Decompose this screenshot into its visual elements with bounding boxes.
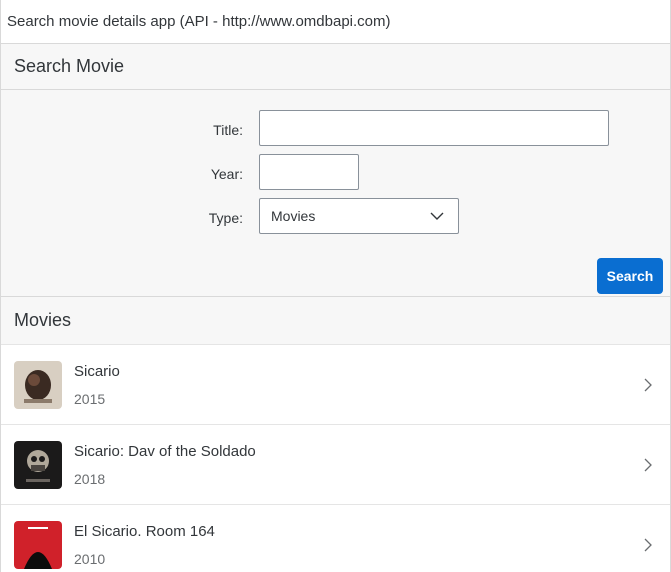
- soldado-poster-image: [14, 441, 62, 489]
- movies-list-title: Movies: [14, 310, 72, 330]
- search-form: Title: Year: Type: Movies Search: [1, 90, 670, 297]
- soldado-poster: [14, 441, 62, 489]
- type-label: Type:: [208, 210, 243, 226]
- movie-year: 2018: [74, 471, 106, 487]
- app-title: Search movie details app (API - http://w…: [7, 13, 391, 30]
- movie-title: Sicario: [74, 363, 120, 380]
- sicario-poster: [14, 361, 62, 409]
- room164-poster-image: [14, 521, 62, 569]
- type-select-value: Movies: [271, 208, 316, 224]
- sicario-poster-image: [14, 361, 62, 409]
- title-input[interactable]: [259, 110, 609, 146]
- chevron-right-icon: [644, 378, 652, 392]
- list-item[interactable]: El Sicario. Room 164 2010: [1, 505, 670, 572]
- movies-list-header: Movies: [1, 297, 670, 345]
- search-panel-header: Search Movie: [1, 44, 670, 90]
- list-item[interactable]: Sicario: Dav of the Soldado 2018: [1, 425, 670, 505]
- app-title-bar: Search movie details app (API - http://w…: [1, 0, 670, 44]
- type-select[interactable]: Movies: [259, 198, 459, 234]
- list-item[interactable]: Sicario 2015: [1, 345, 670, 425]
- room164-poster: [14, 521, 62, 569]
- title-label: Title:: [213, 122, 243, 138]
- year-label: Year:: [210, 166, 243, 182]
- app-frame: Search movie details app (API - http://w…: [0, 0, 671, 572]
- chevron-right-icon: [644, 458, 652, 472]
- year-input[interactable]: [259, 154, 359, 190]
- search-panel-title: Search Movie: [14, 56, 125, 76]
- movie-year: 2010: [74, 551, 106, 567]
- movie-title: El Sicario. Room 164: [74, 523, 215, 540]
- movie-title: Sicario: Dav of the Soldado: [74, 443, 256, 460]
- movie-list: Sicario 2015 Sicario: Dav of the Soldado…: [1, 345, 670, 572]
- chevron-down-icon: [430, 212, 444, 220]
- chevron-right-icon: [644, 538, 652, 552]
- search-button[interactable]: Search: [597, 258, 663, 294]
- movie-year: 2015: [74, 391, 106, 407]
